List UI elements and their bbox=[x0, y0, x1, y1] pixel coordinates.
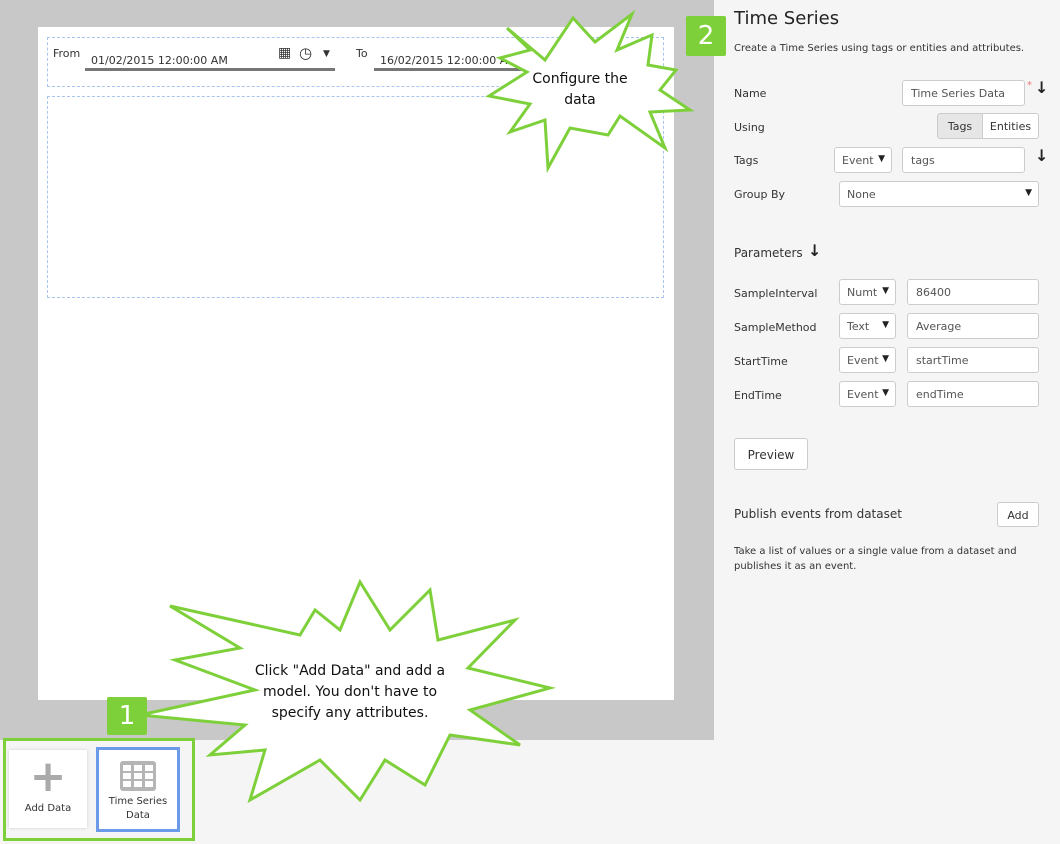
step-1-badge: 1 bbox=[107, 697, 147, 735]
add-data-callout-text: Click "Add Data" and add a model. You do… bbox=[254, 663, 446, 721]
step-2-badge: 2 bbox=[686, 16, 726, 56]
configure-callout-text: Configure the data bbox=[532, 71, 628, 108]
callout-bursts bbox=[139, 9, 695, 804]
